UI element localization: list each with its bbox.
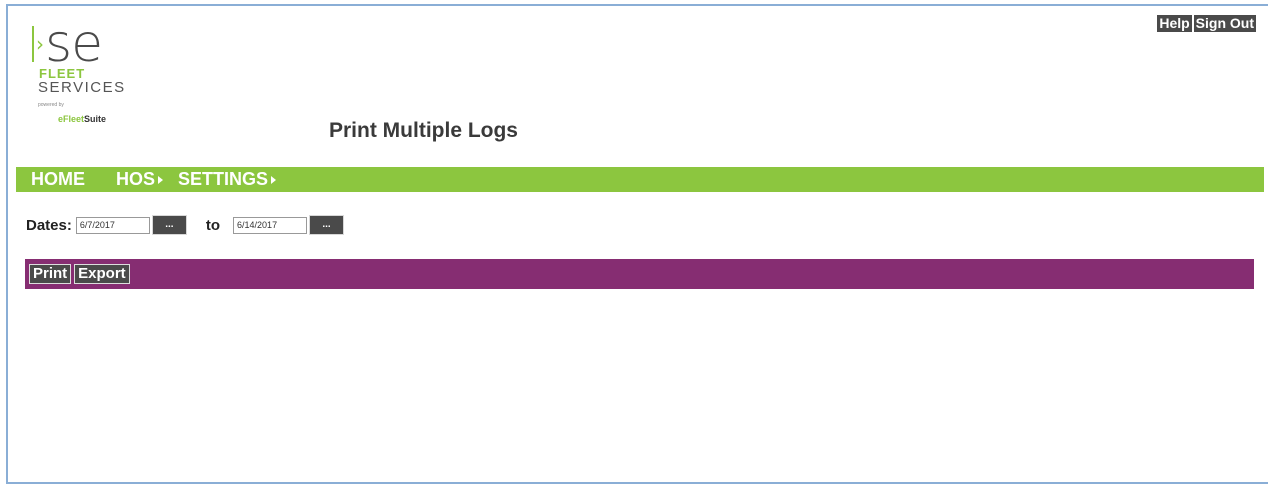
logo-efleetsuite-suite: Suite [84,114,107,124]
nav-item-label: HOME [31,169,85,189]
top-links: Help Sign Out [1157,15,1256,32]
dates-label: Dates: [26,216,72,234]
logo-mark: › se [32,14,103,74]
logo-bar [32,26,34,62]
start-date-picker-button[interactable]: ... [151,215,187,235]
print-button[interactable]: Print [29,264,72,284]
nav-item-label: SETTINGS [178,169,269,189]
nav-item-hos[interactable]: HOS [116,167,164,192]
to-label: to [205,216,221,234]
se-fleet-services-logo: › se FLEET SERVICES powered by eFleetSui… [32,18,152,138]
nav-item-settings[interactable]: SETTINGS [178,167,277,192]
logo-chevron: › [36,32,44,56]
main-nav-bar: HOME HOS SETTINGS [16,167,1264,192]
logo-se-text: se [45,14,103,74]
end-date-input[interactable] [233,216,308,234]
end-date-picker-button[interactable]: ... [309,215,345,235]
nav-item-home[interactable]: HOME [31,167,85,192]
action-bar: Print Export [25,259,1254,289]
export-button[interactable]: Export [74,264,130,284]
logo-powered-by: powered by [38,102,64,108]
page-title: Print Multiple Logs [329,119,518,142]
nav-item-label: HOS [116,169,156,189]
logo-efleetsuite: eFleetSuite [58,114,106,124]
help-link[interactable]: Help [1157,15,1192,32]
logo-efleetsuite-fleet: Fleet [63,114,85,124]
submenu-arrow-icon [271,175,277,184]
start-date-input[interactable] [75,216,150,234]
sign-out-link[interactable]: Sign Out [1193,15,1256,32]
date-range-row: Dates: ... to ... [26,214,345,236]
logo-services-text: SERVICES [38,79,126,96]
submenu-arrow-icon [158,175,164,184]
app-frame [6,4,1268,484]
